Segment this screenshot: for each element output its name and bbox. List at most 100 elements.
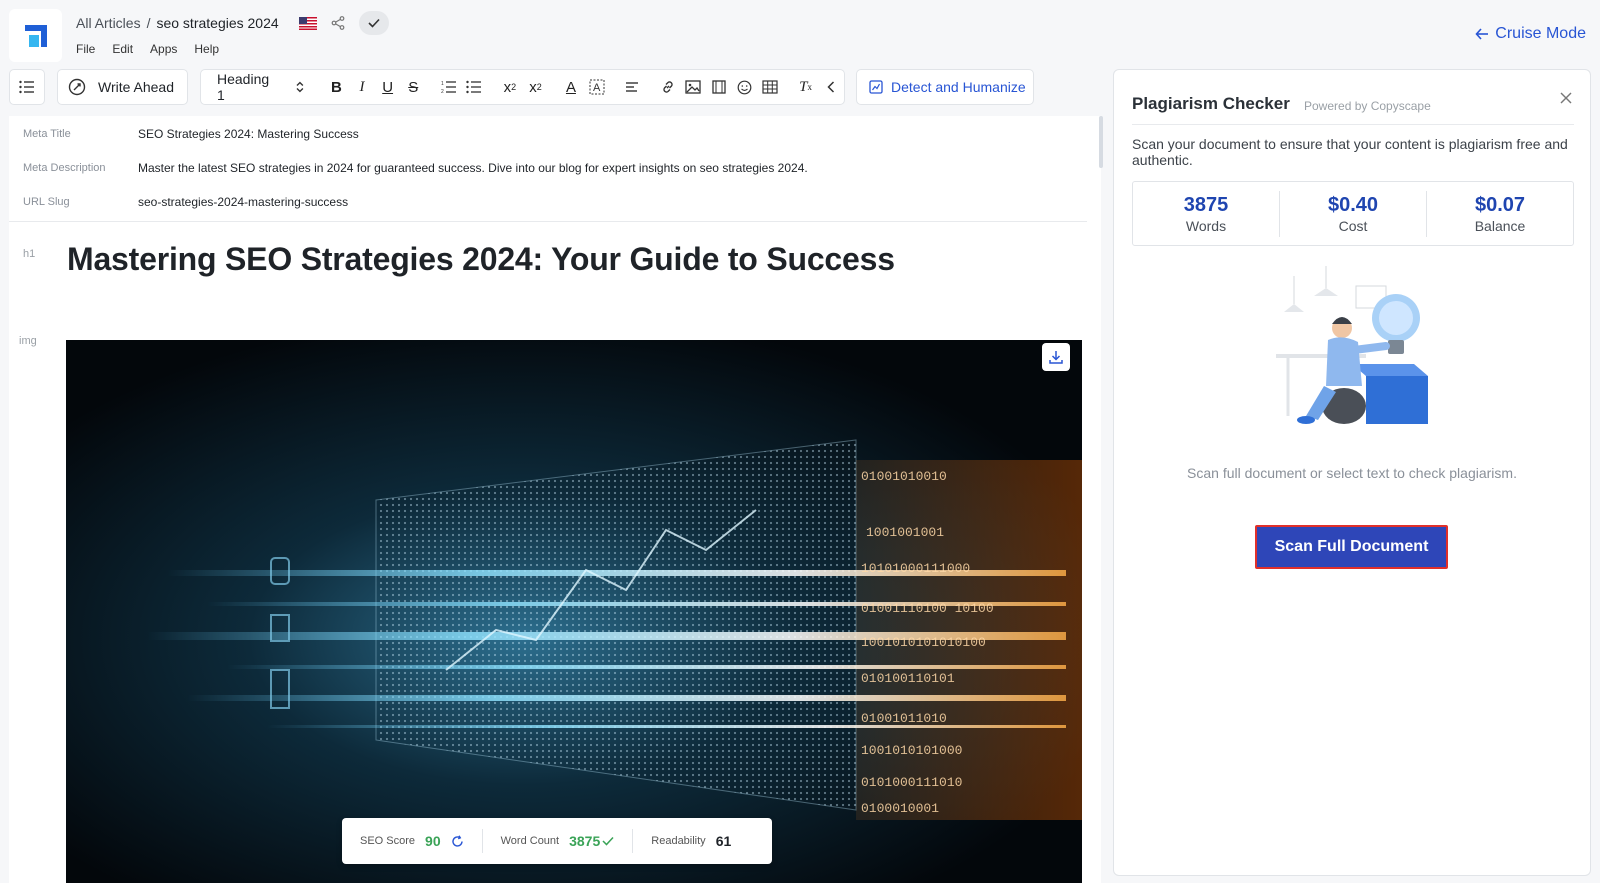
- panel-powered-by: Powered by Copyscape: [1304, 99, 1431, 113]
- plagiarism-checker-panel: Plagiarism Checker Powered by Copyscape …: [1113, 69, 1591, 876]
- svg-text:1001010101010100: 1001010101010100: [861, 635, 986, 650]
- stat-balance-value: $0.07: [1474, 193, 1526, 216]
- svg-text:01001011010: 01001011010: [861, 711, 947, 726]
- text-color-icon[interactable]: A: [558, 74, 584, 100]
- breadcrumb-all-articles[interactable]: All Articles: [76, 15, 141, 31]
- data-visualization-image: 01001010010 1001001001 10101000111000 01…: [66, 340, 1082, 883]
- superscript-icon[interactable]: x2: [523, 74, 549, 100]
- cruise-mode-label: Cruise Mode: [1495, 25, 1586, 42]
- stat-words-value: 3875: [1183, 193, 1229, 216]
- meta-description-label: Meta Description: [23, 162, 106, 174]
- svg-text:1001001001: 1001001001: [866, 525, 944, 540]
- check-icon: [368, 18, 380, 28]
- seo-score-cell[interactable]: SEO Score 90: [342, 818, 482, 864]
- video-icon[interactable]: [706, 74, 732, 100]
- table-icon[interactable]: [757, 74, 783, 100]
- ordered-list-icon[interactable]: 12: [436, 74, 462, 100]
- svg-text:A: A: [593, 82, 601, 94]
- heading-select[interactable]: Heading 1: [217, 71, 304, 103]
- breadcrumb-separator: /: [146, 15, 151, 31]
- download-image-button[interactable]: [1042, 343, 1070, 371]
- stat-words-label: Words: [1185, 217, 1227, 234]
- img-tag: img: [19, 335, 37, 347]
- svg-text:0100010001: 0100010001: [861, 801, 939, 816]
- subscript-icon[interactable]: x2: [497, 74, 523, 100]
- detect-icon: [869, 80, 883, 94]
- lightbulb-person-illustration: [1276, 266, 1428, 424]
- menu-file[interactable]: File: [76, 42, 95, 56]
- close-panel-button[interactable]: [1556, 88, 1576, 108]
- scan-full-document-button[interactable]: Scan Full Document: [1255, 525, 1448, 569]
- list-outline-icon: [19, 80, 34, 94]
- seo-score-label: SEO Score: [360, 835, 416, 847]
- collapse-toolbar-icon[interactable]: [818, 74, 844, 100]
- breadcrumb-current: seo strategies 2024: [156, 15, 279, 31]
- stat-balance-label: Balance: [1474, 217, 1526, 234]
- readability-value: 61: [715, 833, 732, 849]
- menu-help[interactable]: Help: [194, 42, 219, 56]
- panel-hint: Scan full document or select text to che…: [1187, 465, 1517, 481]
- close-icon: [1560, 92, 1572, 104]
- write-ahead-icon: [68, 78, 86, 96]
- svg-text:010100110101: 010100110101: [861, 671, 955, 686]
- meta-description-value[interactable]: Master the latest SEO strategies in 2024…: [138, 161, 808, 175]
- bullet-list-icon[interactable]: [462, 74, 488, 100]
- article-h1[interactable]: Mastering SEO Strategies 2024: Your Guid…: [67, 241, 895, 278]
- refresh-icon[interactable]: [451, 834, 464, 848]
- seo-score-value: 90: [425, 833, 441, 849]
- cruise-mode-link[interactable]: Cruise Mode: [1475, 25, 1586, 43]
- score-status-bar: SEO Score 90 Word Count 3875 Readability…: [342, 818, 772, 864]
- svg-text:10101000111000: 10101000111000: [861, 561, 970, 576]
- svg-text:1001010101000: 1001010101000: [861, 743, 962, 758]
- svg-text:0101000111010: 0101000111010: [861, 775, 962, 790]
- menu-edit[interactable]: Edit: [112, 42, 133, 56]
- url-slug-label: URL Slug: [23, 196, 70, 208]
- write-ahead-label: Write Ahead: [98, 79, 175, 95]
- download-icon: [1049, 351, 1063, 364]
- word-count-check-icon: [602, 836, 614, 846]
- svg-text:2: 2: [441, 89, 444, 94]
- word-count-label: Word Count: [500, 835, 560, 847]
- menu-apps[interactable]: Apps: [150, 42, 177, 56]
- h1-tag: h1: [23, 248, 36, 260]
- stat-cost: $0.40 Cost: [1280, 194, 1426, 234]
- emoji-icon[interactable]: [732, 74, 758, 100]
- readability-label: Readability: [651, 835, 706, 847]
- bold-icon[interactable]: B: [324, 74, 350, 100]
- write-ahead-button[interactable]: Write Ahead: [57, 69, 188, 105]
- menu-bar: File Edit Apps Help: [76, 42, 219, 56]
- strikethrough-icon[interactable]: S: [400, 74, 426, 100]
- meta-title-label: Meta Title: [23, 128, 71, 140]
- svg-text:01001010010: 01001010010: [861, 469, 947, 484]
- us-flag-icon[interactable]: [298, 16, 317, 30]
- select-arrows-icon: [296, 81, 304, 93]
- url-slug-value[interactable]: seo-strategies-2024-mastering-success: [138, 195, 348, 209]
- share-icon[interactable]: [331, 16, 345, 30]
- link-icon[interactable]: [655, 74, 681, 100]
- meta-divider: [9, 221, 1087, 222]
- italic-icon[interactable]: I: [349, 74, 375, 100]
- hero-image[interactable]: 01001010010 1001001001 10101000111000 01…: [66, 340, 1082, 883]
- detect-humanize-label: Detect and Humanize: [891, 79, 1026, 95]
- image-icon[interactable]: [680, 74, 706, 100]
- align-left-icon[interactable]: [619, 74, 645, 100]
- stat-cost-label: Cost: [1338, 217, 1368, 234]
- saved-status-badge: [358, 11, 389, 35]
- panel-description: Scan your document to ensure that your c…: [1132, 136, 1568, 168]
- word-count-cell[interactable]: Word Count 3875: [483, 818, 633, 864]
- underline-icon[interactable]: U: [375, 74, 401, 100]
- detect-humanize-button[interactable]: Detect and Humanize: [856, 69, 1034, 105]
- editor-scrollbar[interactable]: [1099, 116, 1103, 168]
- article-editor[interactable]: Meta Title SEO Strategies 2024: Masterin…: [9, 116, 1101, 883]
- highlight-color-icon[interactable]: A: [584, 74, 610, 100]
- clear-format-icon[interactable]: Tx: [793, 74, 819, 100]
- svg-text:01001110100 10100: 01001110100 10100: [861, 601, 994, 616]
- panel-title: Plagiarism Checker: [1132, 94, 1290, 113]
- meta-title-value[interactable]: SEO Strategies 2024: Mastering Success: [138, 127, 359, 141]
- svg-text:1: 1: [441, 81, 444, 87]
- app-logo[interactable]: [9, 9, 62, 62]
- outline-toggle-button[interactable]: [9, 69, 45, 105]
- stat-balance: $0.07 Balance: [1427, 194, 1573, 234]
- panel-divider: [1132, 124, 1574, 125]
- readability-cell[interactable]: Readability 61: [633, 818, 749, 864]
